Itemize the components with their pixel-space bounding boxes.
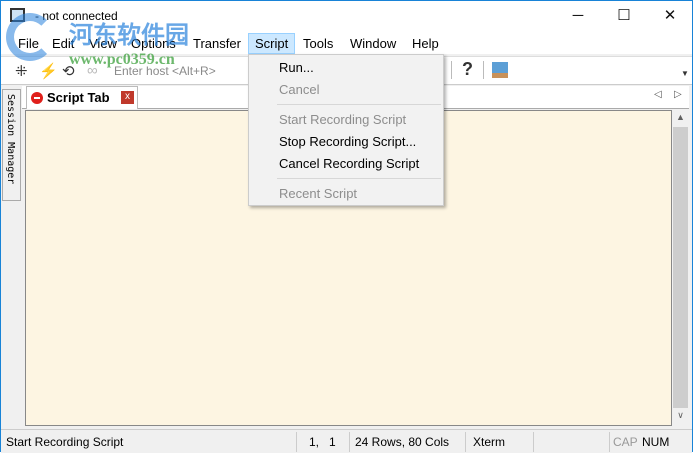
tab-script[interactable]: Script Tab x xyxy=(26,86,138,109)
toolbar-overflow-icon[interactable]: ▼ xyxy=(681,69,689,78)
watermark-logo xyxy=(6,13,54,61)
minimize-button[interactable]: ─ xyxy=(555,1,601,31)
help-icon[interactable]: ? xyxy=(462,59,473,80)
tab-label: Script Tab xyxy=(47,90,110,105)
maximize-button[interactable]: ☐ xyxy=(601,1,647,31)
status-message: Start Recording Script xyxy=(6,435,124,449)
status-num: NUM xyxy=(642,435,670,449)
status-bar: Start Recording Script 1, 1 24 Rows, 80 … xyxy=(1,429,692,453)
scroll-up-icon[interactable]: ▲ xyxy=(672,112,689,122)
menu-transfer[interactable]: Transfer xyxy=(187,33,247,54)
menu-item-cancel: Cancel xyxy=(279,82,320,97)
session-manager-label: Session Manager xyxy=(5,94,16,185)
toolbar-separator xyxy=(451,61,452,79)
status-cap: CAP xyxy=(613,435,638,449)
menu-item-recent-script: Recent Script xyxy=(279,186,358,201)
menu-window[interactable]: Window xyxy=(344,33,402,54)
scroll-thumb[interactable] xyxy=(673,127,688,408)
menu-help[interactable]: Help xyxy=(406,33,445,54)
disconnected-icon xyxy=(31,92,43,104)
scroll-down-icon[interactable]: ∨ xyxy=(672,410,689,421)
connect-in-tab-icon[interactable]: ⁜ xyxy=(15,62,28,80)
menu-tools[interactable]: Tools xyxy=(297,33,339,54)
session-manager-tab[interactable]: Session Manager xyxy=(2,89,21,201)
menu-script[interactable]: Script xyxy=(248,33,296,54)
close-button[interactable]: ✕ xyxy=(647,1,693,31)
status-cursor: 1, 1 xyxy=(309,435,336,449)
menu-item-run[interactable]: Run... xyxy=(279,60,314,75)
tab-next-icon[interactable]: ▷ xyxy=(674,89,682,100)
status-size: 24 Rows, 80 Cols xyxy=(355,435,450,449)
menu-item-start-recording: Start Recording Script xyxy=(279,112,407,127)
menu-item-cancel-recording[interactable]: Cancel Recording Script xyxy=(279,156,419,171)
toolbar-separator xyxy=(483,61,484,79)
keymap-icon[interactable] xyxy=(492,62,508,78)
status-emulation: Xterm xyxy=(473,435,506,449)
app-window: - not connected ─ ☐ ✕ File Edit View Opt… xyxy=(0,0,693,453)
watermark-url: www.pc0359.cn xyxy=(69,51,175,68)
tab-prev-icon[interactable]: ◁ xyxy=(654,89,662,100)
watermark-name: 河东软件园 xyxy=(69,20,189,49)
quick-connect-icon[interactable]: ⚡ xyxy=(39,62,58,80)
tab-close-button[interactable]: x xyxy=(121,91,134,104)
vertical-scrollbar[interactable]: ▲ ∨ xyxy=(672,110,689,426)
script-menu-dropdown: Run... Cancel Start Recording Script Sto… xyxy=(248,54,444,206)
menu-item-stop-recording[interactable]: Stop Recording Script... xyxy=(279,134,416,149)
